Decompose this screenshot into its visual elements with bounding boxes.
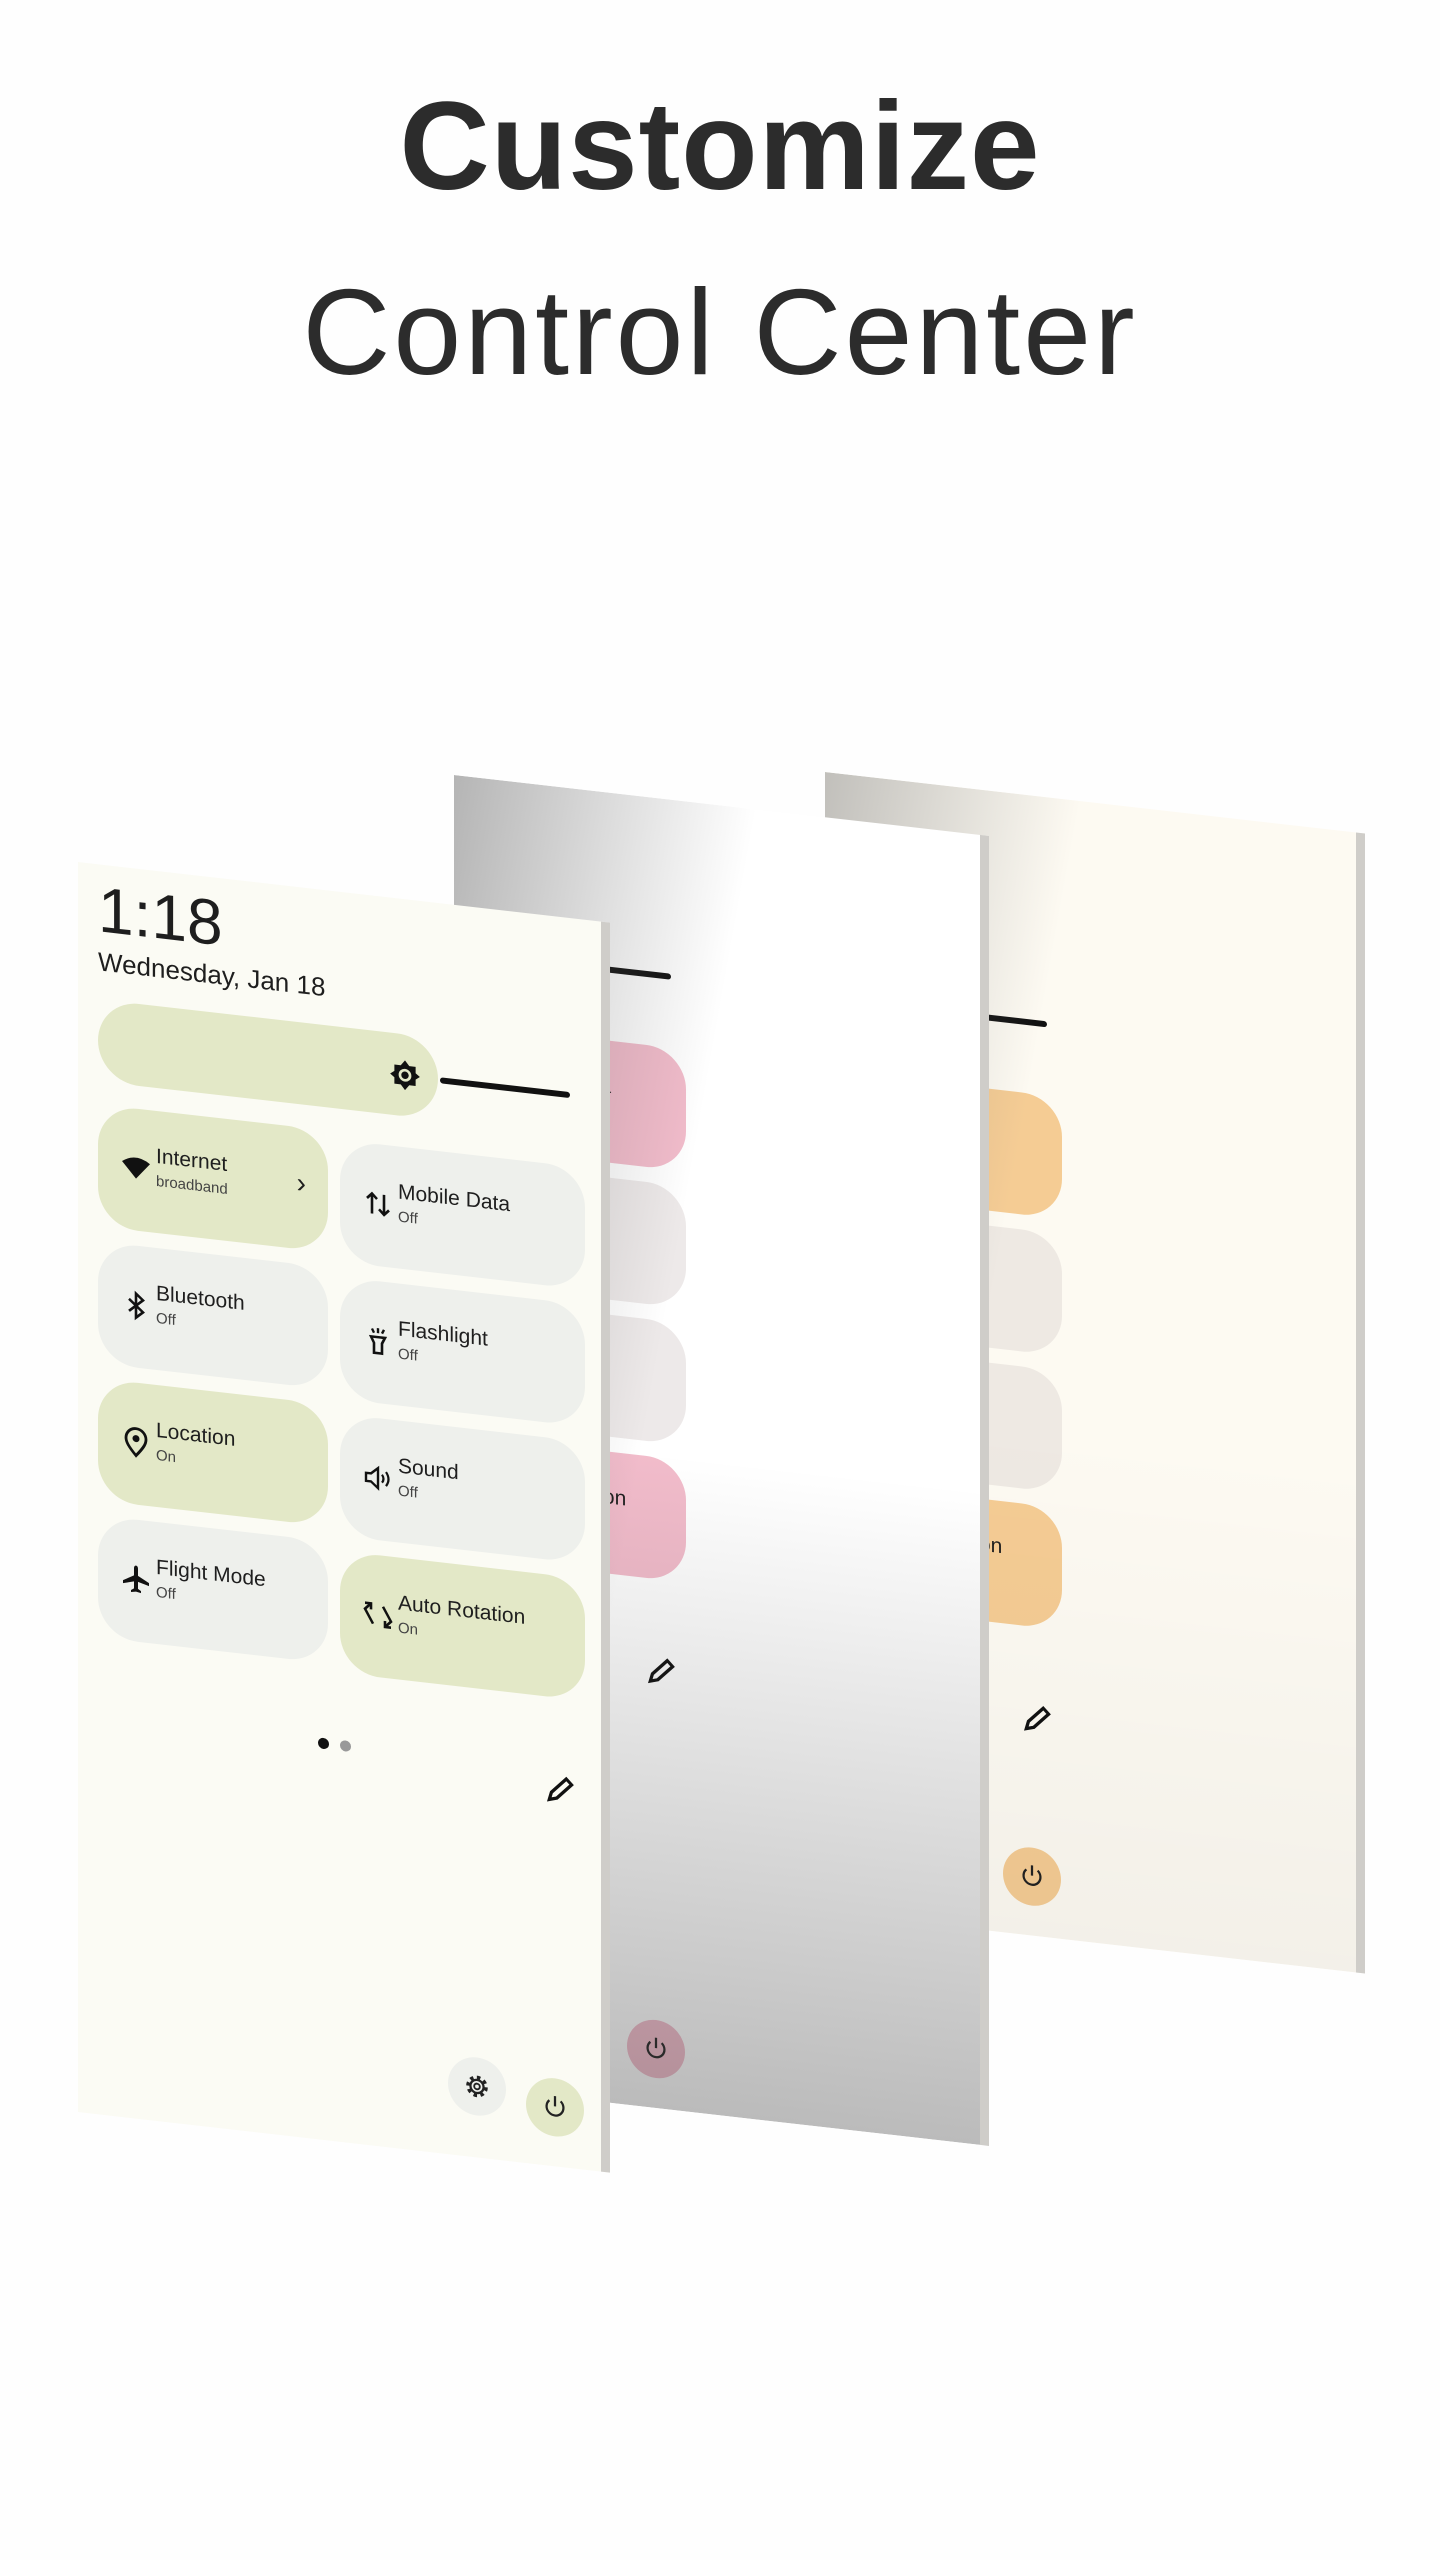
tile-status: On [156,1446,177,1467]
chevron-right-icon[interactable]: › [297,1167,306,1200]
tile-auto-rotation[interactable]: Auto RotationOn [340,1550,585,1701]
tile-sound[interactable]: SoundOff [340,1413,585,1564]
tile-location[interactable]: Location On [98,1378,328,1527]
tile-mobile-data[interactable]: Mobile Data Off [340,1139,585,1290]
sound-icon [364,1465,390,1491]
tile-internet[interactable]: Internet broadband › [98,1104,328,1253]
edit-pencil-icon[interactable] [544,1770,578,1808]
brightness-track[interactable] [440,1077,570,1099]
tile-flashlight[interactable]: FlashlightOff [340,1276,585,1427]
settings-button[interactable] [448,2054,506,2119]
tile-flight-mode[interactable]: Flight Mode Off [98,1515,328,1664]
gear-icon [466,2075,488,2098]
wifi-icon [122,1157,150,1179]
clock-time: 1:18 [98,873,223,960]
power-icon [1022,1865,1042,1886]
page-indicator-dot[interactable] [318,1737,329,1750]
bluetooth-icon [128,1290,145,1321]
tile-status: On [398,1619,419,1639]
edit-pencil-icon[interactable] [1021,1699,1055,1737]
tile-label: Internet [156,1144,228,1177]
page-indicator-dot[interactable] [340,1739,351,1753]
control-center-panel-front: 1:18 Wednesday, Jan 18 Internet broadband › M… [78,862,610,2173]
tile-label: Sound [398,1454,459,1485]
flashlight-icon [368,1328,388,1356]
tile-status: Off [156,1583,176,1604]
tile-bluetooth[interactable]: Bluetooth Off [98,1241,328,1390]
brightness-slider[interactable] [98,999,438,1121]
power-button[interactable] [1003,1844,1061,1909]
tile-status: Off [398,1208,418,1228]
tile-status: Off [156,1309,176,1330]
rotation-icon [363,1601,393,1629]
mobile-data-icon [366,1191,390,1217]
power-button[interactable] [627,2016,685,2082]
edit-pencil-icon[interactable] [645,1652,679,1690]
power-button[interactable] [526,2075,584,2140]
headline-title: Customize [399,77,1041,216]
power-icon [646,2037,666,2059]
brightness-icon [390,1060,420,1091]
tile-label: Location [156,1418,236,1451]
airplane-icon [123,1565,149,1594]
tile-status: Off [398,1345,418,1365]
location-icon [124,1427,148,1458]
headline-subtitle: Control Center [302,264,1138,400]
tile-status: broadband [156,1172,228,1199]
power-icon [545,2095,565,2117]
tile-status: Off [398,1482,418,1502]
